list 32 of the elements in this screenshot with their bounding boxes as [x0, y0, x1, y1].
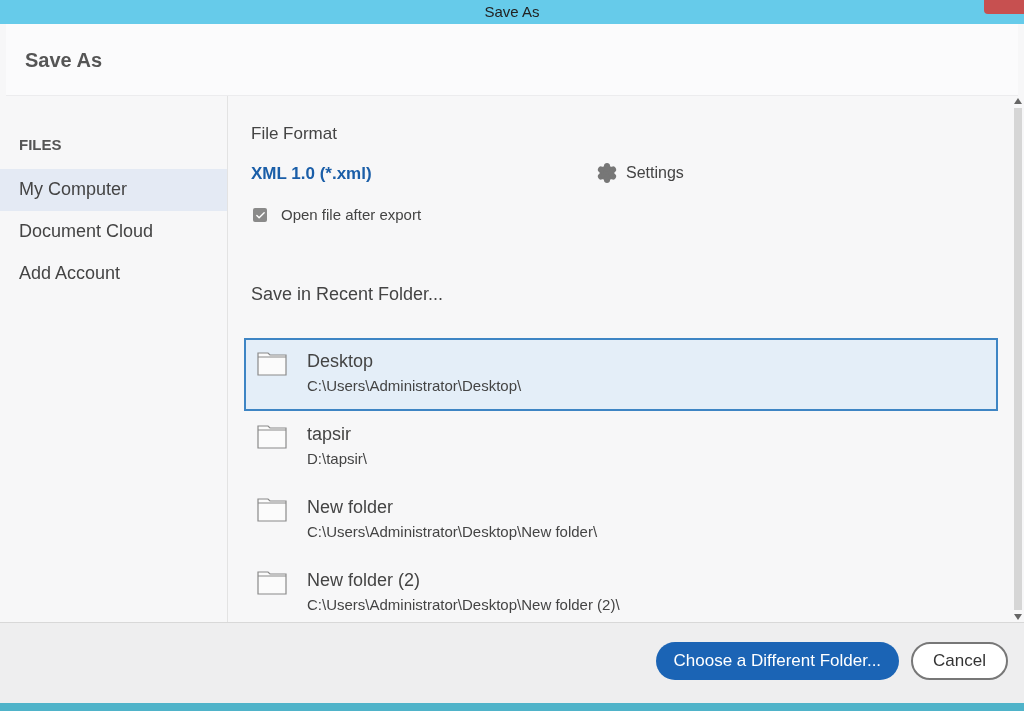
format-label: File Format: [250, 123, 338, 145]
format-dropdown[interactable]: XML 1.0 (*.xml): [251, 160, 596, 186]
sidebar-item[interactable]: Document Cloud: [0, 210, 227, 253]
checkbox[interactable]: [253, 208, 267, 223]
window-title: Save As: [484, 1, 540, 22]
folder-path: D:\tapsir\: [307, 448, 367, 469]
folder-icon: [257, 349, 287, 376]
folder-name: Desktop: [307, 349, 375, 372]
folder-path: C:\Users\Administrator\Desktop\: [307, 375, 522, 396]
folder-path: C:\Users\Administrator\Desktop\New folder (2)\: [307, 594, 620, 615]
sidebar-heading: FILES: [18, 135, 63, 155]
settings-button[interactable]: Settings: [596, 161, 684, 186]
folder-item[interactable]: New folder (2) C:\Users\Administrator\Desktop\New folder (2)\: [244, 556, 998, 620]
folder-name: New folder: [307, 495, 395, 518]
folder-name: New folder (2): [307, 568, 422, 591]
sidebar-item[interactable]: Add Account: [0, 252, 227, 295]
scroll-thumb[interactable]: [1014, 108, 1022, 610]
open-after-checkbox[interactable]: Open file after export: [244, 204, 998, 227]
folder-item[interactable]: New folder C:\Users\Administrator\Desktop\New folder\: [244, 483, 998, 557]
folder-icon: [257, 422, 287, 449]
folder-icon: [257, 568, 287, 595]
recent-heading: Save in Recent Folder...: [250, 282, 445, 306]
sidebar-item[interactable]: My Computer: [0, 168, 227, 211]
folder-path: C:\Users\Administrator\Desktop\New folder\: [307, 521, 598, 542]
cancel-button[interactable]: Cancel: [911, 642, 1008, 680]
folder-icon: [257, 495, 287, 522]
choose-folder-button[interactable]: Choose a Different Folder...: [655, 642, 900, 680]
folder-item[interactable]: tapsir D:\tapsir\: [244, 410, 998, 484]
folder-item[interactable]: Desktop C:\Users\Administrator\Desktop\: [244, 337, 998, 411]
dialog-title: Save As: [25, 47, 103, 73]
folder-name: tapsir: [307, 422, 352, 445]
settings-icon: [596, 162, 618, 185]
